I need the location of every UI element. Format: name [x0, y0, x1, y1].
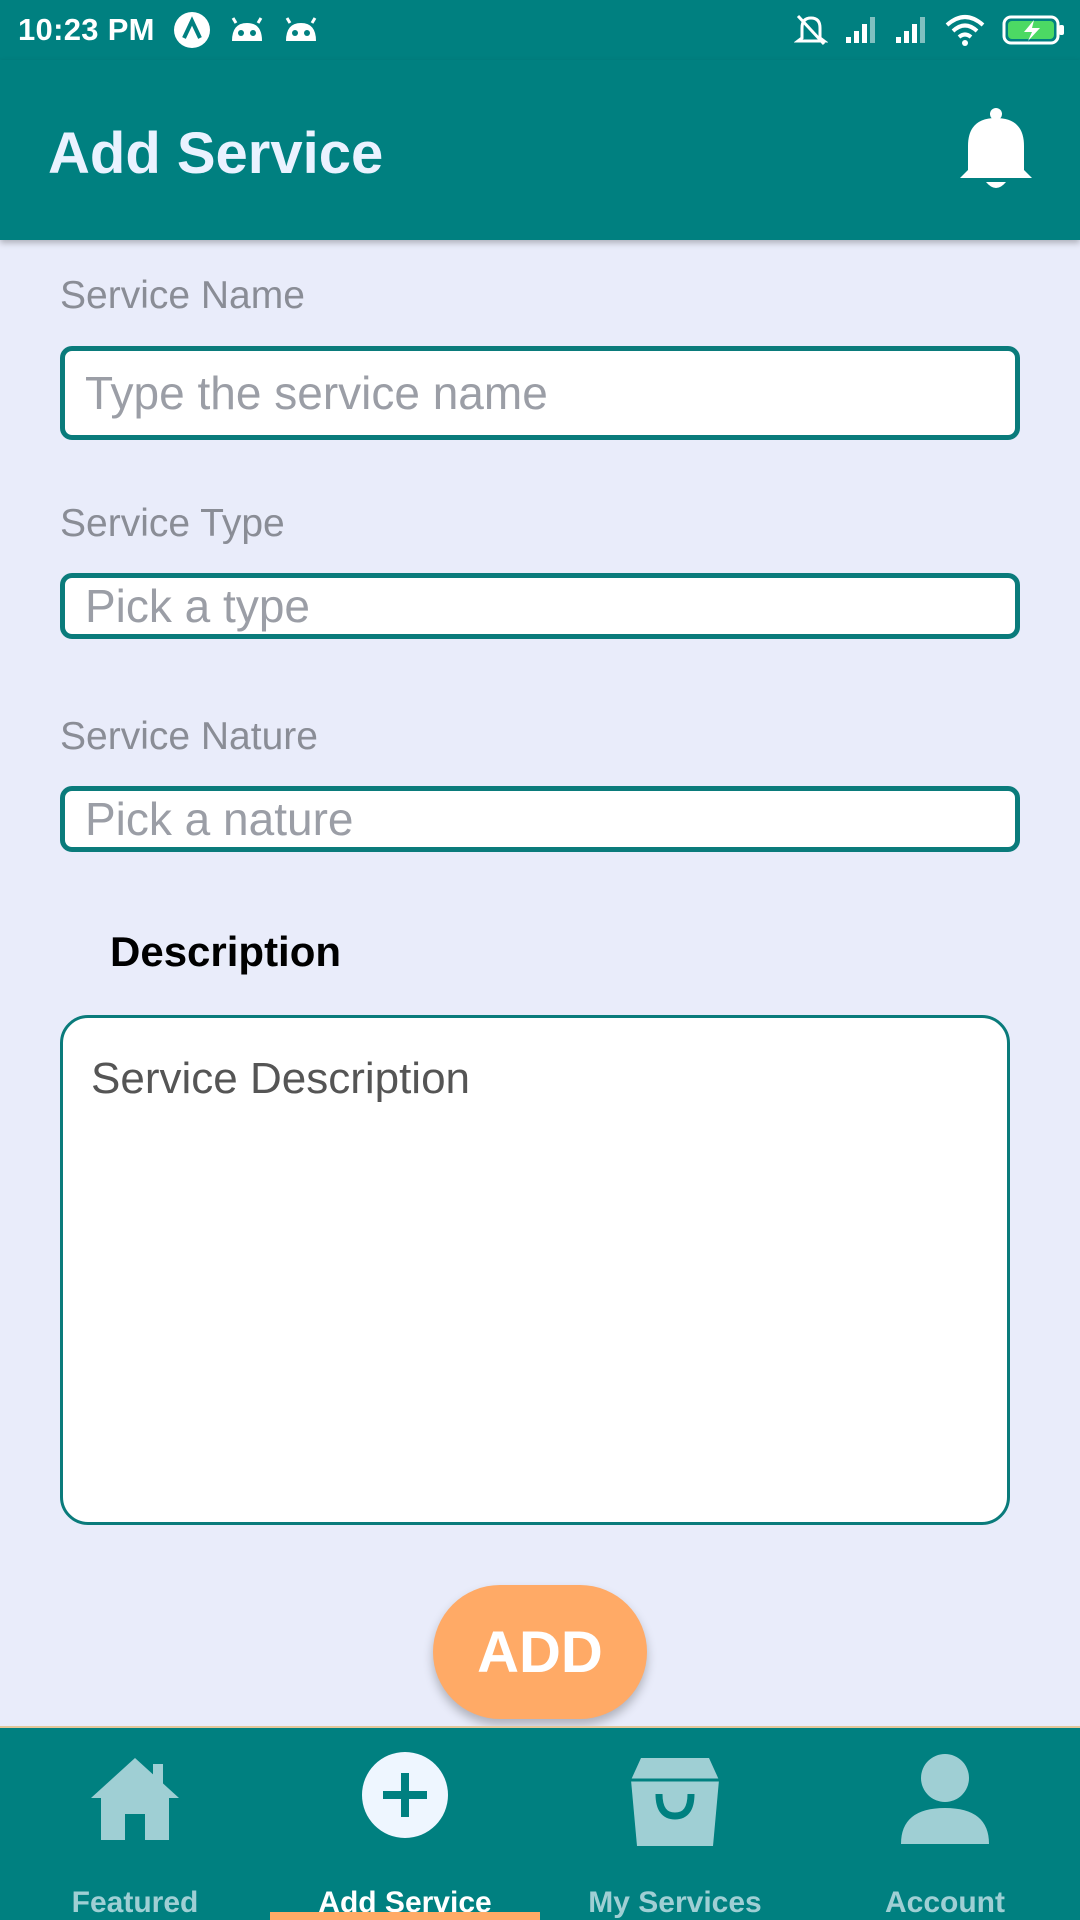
- bottom-nav: Featured Add Service My Services Account: [0, 1726, 1080, 1920]
- nav-item-account[interactable]: Account: [810, 1728, 1080, 1920]
- android-icon: [285, 17, 317, 41]
- service-name-placeholder: Type the service name: [85, 367, 548, 419]
- service-type-label: Service Type: [60, 502, 285, 545]
- service-type-select[interactable]: Pick a type: [60, 573, 1020, 639]
- status-system-icons: [794, 12, 1066, 48]
- nav-label-featured: Featured: [71, 1886, 199, 1919]
- status-bar: 10:23 PM: [0, 0, 1080, 60]
- description-label: Description: [110, 928, 342, 975]
- active-tab-indicator: [270, 1912, 540, 1920]
- app-a-icon: [174, 12, 210, 48]
- description-textarea[interactable]: Service Description: [60, 1015, 1010, 1525]
- app-bar: Add Service: [0, 60, 1080, 240]
- add-circle-icon: [362, 1752, 448, 1838]
- signal-icon: [846, 17, 875, 43]
- shopping-bag-icon: [631, 1758, 719, 1846]
- service-nature-placeholder: Pick a nature: [85, 793, 354, 845]
- service-name-label: Service Name: [60, 274, 305, 317]
- mute-bell-icon: [794, 14, 828, 46]
- nav-label-account: Account: [885, 1886, 1005, 1919]
- nav-label-my-services: My Services: [588, 1886, 762, 1919]
- nav-item-my-services[interactable]: My Services: [540, 1728, 810, 1920]
- wifi-icon: [945, 15, 985, 46]
- home-icon: [91, 1758, 179, 1840]
- service-name-input[interactable]: Type the service name: [60, 346, 1020, 440]
- person-icon: [901, 1754, 989, 1844]
- service-nature-label: Service Nature: [60, 715, 318, 758]
- status-time: 10:23 PM: [18, 12, 155, 47]
- page-title: Add Service: [48, 121, 384, 186]
- battery-charging-icon: [1002, 15, 1064, 45]
- nav-item-featured[interactable]: Featured: [0, 1728, 270, 1920]
- notification-bell-icon[interactable]: [958, 106, 1034, 190]
- service-nature-select[interactable]: Pick a nature: [60, 786, 1020, 852]
- signal-icon: [896, 17, 925, 43]
- description-placeholder: Service Description: [91, 1054, 471, 1103]
- add-button[interactable]: ADD: [433, 1585, 647, 1719]
- android-icon: [231, 17, 263, 41]
- status-notification-icons: [172, 10, 320, 50]
- nav-item-add-service[interactable]: Add Service: [270, 1728, 540, 1920]
- service-type-placeholder: Pick a type: [85, 580, 310, 632]
